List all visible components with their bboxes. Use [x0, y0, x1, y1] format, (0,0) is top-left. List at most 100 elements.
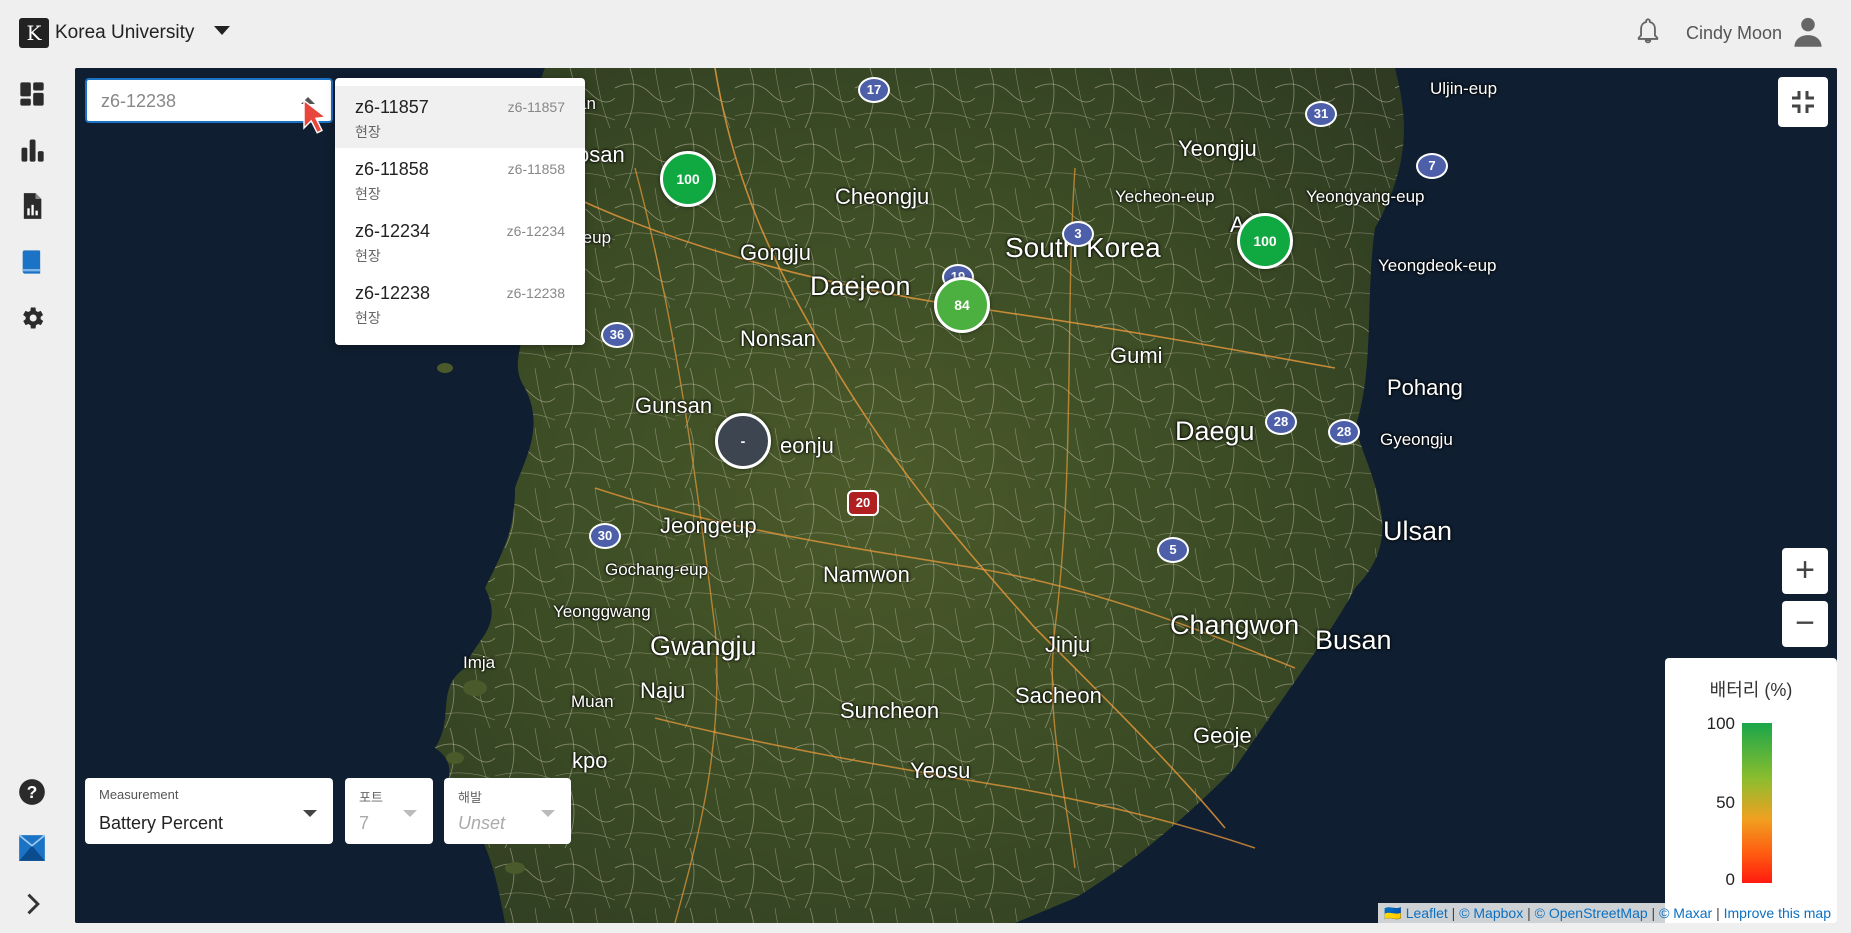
osm-link[interactable]: © OpenStreetMap: [1535, 905, 1648, 921]
route-shield: 31: [1305, 101, 1337, 127]
city-label-gyeongju: Gyeongju: [1380, 430, 1453, 449]
org-dropdown-caret-icon[interactable]: [214, 26, 230, 35]
legend-color-scale: [1742, 723, 1772, 883]
caret-down-icon: [541, 810, 555, 817]
brand-icon[interactable]: [18, 834, 46, 862]
city-label-gochang: Gochang-eup: [605, 560, 709, 579]
device-option-name: z6-11857: [355, 97, 429, 117]
bell-icon[interactable]: [1634, 17, 1662, 47]
device-option-code: z6-12234: [506, 223, 565, 239]
chevron-right-icon[interactable]: [18, 890, 46, 918]
route-shield: 7: [1416, 153, 1448, 179]
device-option[interactable]: z6-12234 z6-12234 현장: [335, 210, 585, 272]
exit-fullscreen-icon: [1792, 91, 1814, 113]
city-label-imja: Imja: [463, 653, 496, 672]
city-label-namwon: Namwon: [823, 562, 910, 587]
device-search-combobox[interactable]: [85, 78, 333, 123]
elevation-label: 해발: [458, 790, 482, 805]
battery-marker[interactable]: 100: [1237, 213, 1293, 269]
device-option-type: 현장: [355, 124, 381, 140]
city-label-changwon: Changwon: [1170, 610, 1300, 640]
device-option-code: z6-12238: [506, 285, 565, 301]
route-shield: 3: [1062, 221, 1094, 247]
interstate-shield: 20: [847, 490, 879, 516]
sidebar: ?: [0, 66, 64, 933]
city-label-yeonggwang: Yeonggwang: [553, 602, 651, 621]
device-option-code: z6-11858: [507, 161, 565, 177]
route-shield: 36: [601, 322, 633, 348]
device-option-type: 현장: [355, 248, 381, 264]
help-icon[interactable]: ?: [18, 778, 46, 806]
city-label-gwangju: Gwangju: [650, 631, 757, 661]
city-label-mokpo: kpo: [572, 748, 608, 773]
device-option[interactable]: z6-12238 z6-12238 현장: [335, 272, 585, 334]
measurement-select[interactable]: Measurement Battery Percent: [85, 778, 333, 844]
legend-mid-label: 50: [1716, 793, 1735, 812]
maxar-link[interactable]: © Maxar: [1659, 905, 1712, 921]
city-label-gunsan: Gunsan: [635, 393, 713, 418]
legend-min-label: 0: [1725, 870, 1735, 889]
gear-icon[interactable]: [18, 304, 46, 332]
measurement-label: Measurement: [99, 787, 179, 802]
map-attribution: 🇺🇦 Leaflet | © Mapbox | © OpenStreetMap …: [1378, 903, 1837, 923]
route-shield: 30: [589, 523, 621, 549]
book-icon[interactable]: [18, 248, 46, 276]
zoom-out-button[interactable]: −: [1782, 601, 1828, 647]
exit-fullscreen-button[interactable]: [1778, 77, 1828, 127]
city-label-busan: Busan: [1315, 625, 1392, 655]
device-option-name: z6-11858: [355, 159, 429, 179]
city-label-nonsan: Nonsan: [740, 326, 816, 351]
svg-text:?: ?: [27, 782, 38, 802]
city-label-jeongeup: Jeongeup: [660, 513, 757, 538]
city-label-gumi: Gumi: [1110, 343, 1163, 368]
city-label-ulsan: Ulsan: [1383, 516, 1453, 546]
map-view[interactable]: Cheongju South Korea Daejeon Gongju Nons…: [75, 68, 1837, 923]
improve-map-link[interactable]: Improve this map: [1724, 905, 1831, 921]
device-option-name: z6-12238: [355, 283, 431, 303]
dashboard-icon[interactable]: [18, 80, 46, 108]
leaflet-link[interactable]: Leaflet: [1406, 905, 1448, 921]
device-dropdown-list: z6-11857 z6-11857 현장 z6-11858 z6-11858 현…: [335, 78, 585, 345]
route-shield: 28: [1265, 409, 1297, 435]
legend-title: 배터리 (%): [1709, 680, 1793, 700]
port-select[interactable]: 포트 7: [345, 778, 433, 844]
top-bar: K Korea University Cindy Moon: [0, 0, 1851, 66]
city-label-naju: Naju: [640, 678, 686, 703]
port-value: 7: [359, 813, 370, 833]
device-option-type: 현장: [355, 310, 381, 326]
ukraine-flag-icon: 🇺🇦: [1384, 905, 1402, 921]
city-label-jeonju: eonju: [780, 433, 834, 458]
battery-marker[interactable]: 84: [934, 277, 990, 333]
device-option[interactable]: z6-11858 z6-11858 현장: [335, 148, 585, 210]
city-label-cheongju: Cheongju: [835, 184, 930, 209]
caret-down-icon: [303, 810, 317, 817]
bar-chart-icon[interactable]: [18, 136, 46, 164]
city-label-gongju: Gongju: [740, 240, 811, 265]
city-label-muan: Muan: [571, 692, 614, 711]
city-label-daegu: Daegu: [1175, 416, 1255, 446]
city-label-pohang: Pohang: [1387, 375, 1463, 400]
user-avatar-icon[interactable]: [1793, 16, 1823, 48]
city-label-uljin: Uljin-eup: [1430, 79, 1498, 98]
org-name[interactable]: Korea University: [55, 22, 194, 44]
report-icon[interactable]: [18, 192, 46, 220]
user-name[interactable]: Cindy Moon: [1686, 23, 1782, 44]
city-label-geoje: Geoje: [1193, 723, 1252, 748]
legend-max-label: 100: [1706, 714, 1735, 733]
city-label-suncheon: Suncheon: [840, 698, 940, 723]
mouse-cursor-icon: [303, 98, 328, 134]
mapbox-link[interactable]: © Mapbox: [1459, 905, 1523, 921]
device-option-type: 현장: [355, 186, 381, 202]
battery-marker[interactable]: 100: [660, 151, 716, 207]
city-label-yeongdeok: Yeongdeok-eup: [1378, 256, 1497, 275]
route-shield: 5: [1157, 537, 1189, 563]
zoom-in-button[interactable]: +: [1782, 548, 1828, 594]
route-shield: 17: [858, 77, 890, 103]
port-label: 포트: [359, 790, 383, 805]
device-option-code: z6-11857: [507, 99, 565, 115]
city-label-yeongyang: Yeongyang-eup: [1306, 187, 1425, 206]
device-search-input[interactable]: [101, 90, 281, 112]
elevation-select[interactable]: 해발 Unset: [444, 778, 571, 844]
battery-marker-nodata[interactable]: -: [715, 413, 771, 469]
device-option[interactable]: z6-11857 z6-11857 현장: [335, 86, 585, 148]
